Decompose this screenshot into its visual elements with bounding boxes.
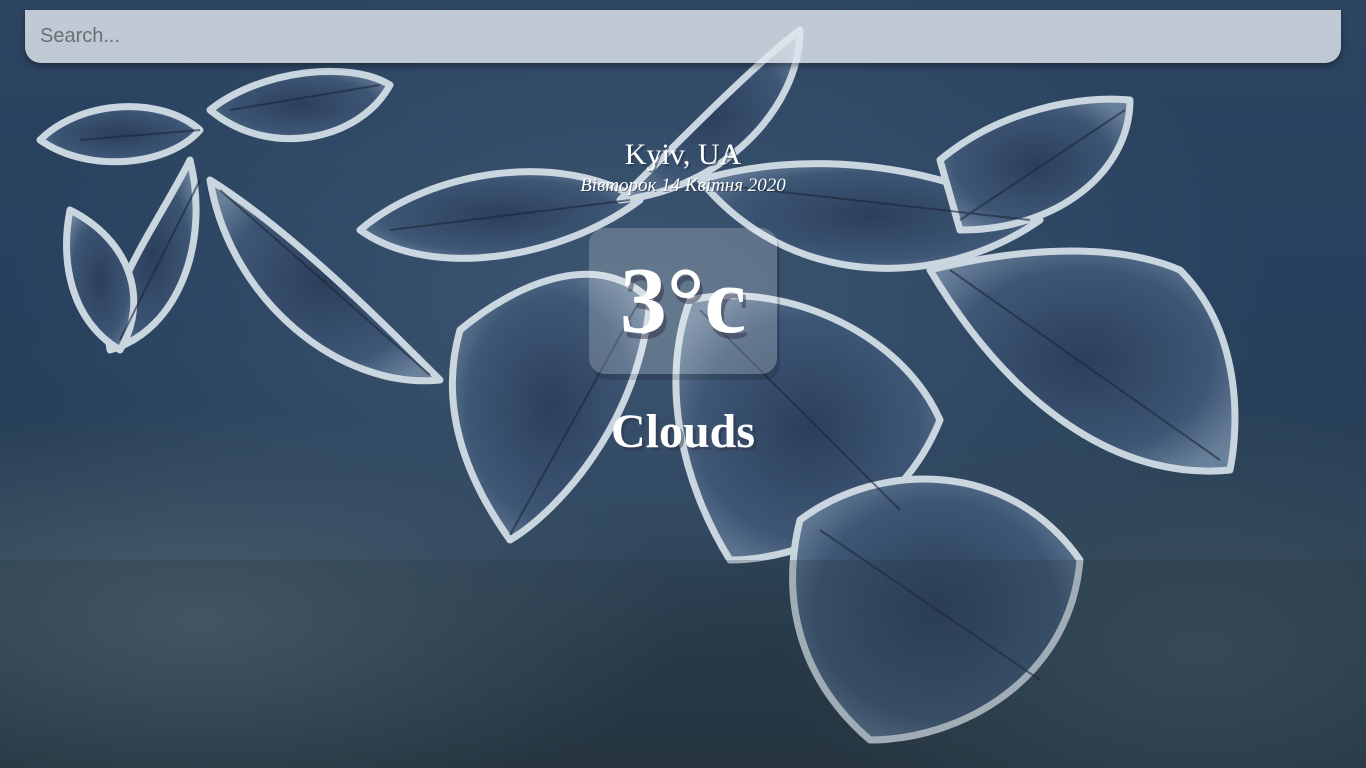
frosted-leaves-illustration bbox=[0, 26, 1366, 768]
weather-condition: Clouds bbox=[610, 405, 756, 458]
temperature-value: 3°c bbox=[619, 249, 747, 353]
temperature-box: 3°c bbox=[589, 228, 777, 374]
current-date: Вівторок 14 Квітня 2020 bbox=[580, 175, 786, 196]
background-image bbox=[0, 0, 1366, 768]
search-input[interactable] bbox=[25, 10, 1341, 63]
search-bar[interactable] bbox=[25, 10, 1341, 63]
location-city: Kyiv, UA bbox=[624, 138, 742, 171]
